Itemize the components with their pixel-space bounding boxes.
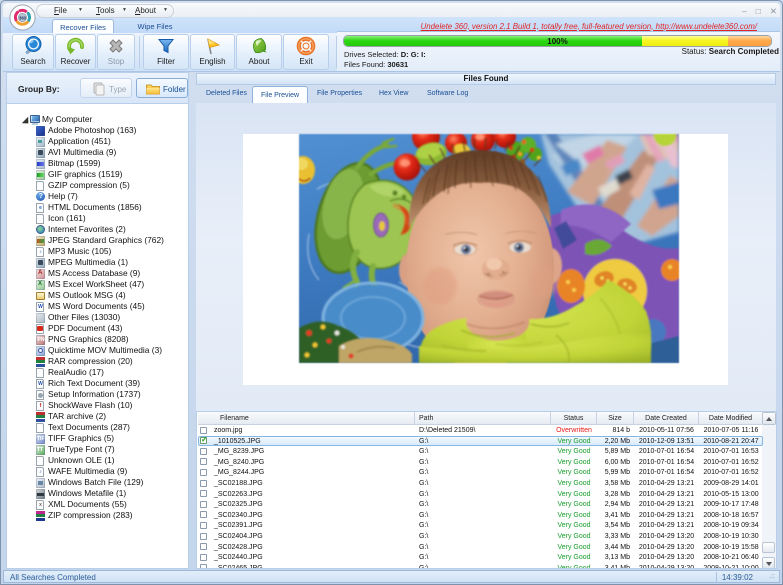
svg-text:360: 360 xyxy=(19,15,27,20)
